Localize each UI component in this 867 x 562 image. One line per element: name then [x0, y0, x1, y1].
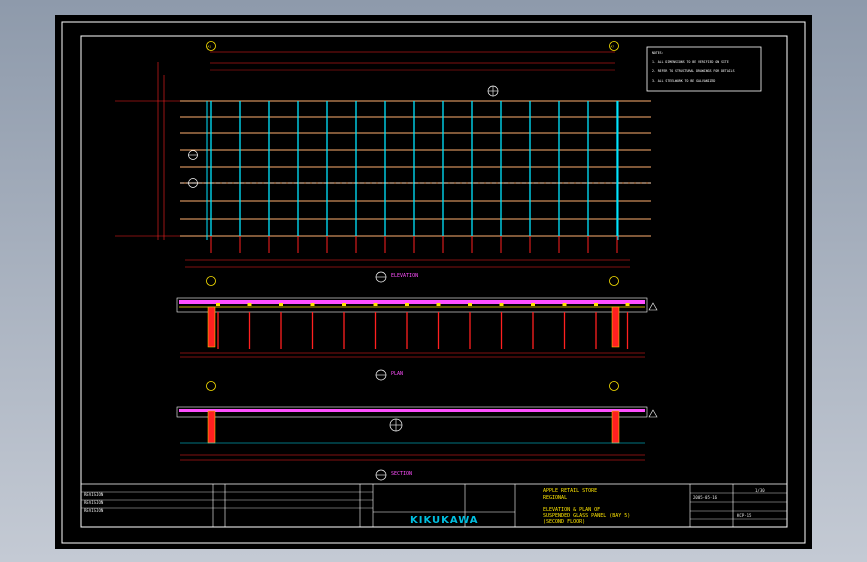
- plan-view: PLAN: [176, 297, 658, 381]
- grid-bubbles: A1 A7: [206, 41, 619, 391]
- plan-fitting: [468, 303, 472, 306]
- plan-fitting: [216, 303, 220, 306]
- plan-fitting: [247, 303, 252, 306]
- project-line-2: REGIONAL: [543, 495, 567, 501]
- grid-bubble-label: A1: [208, 45, 212, 49]
- note-line: 3. ALL STEELWORK TO BE GALVANIZED: [652, 79, 715, 83]
- plan-fitting: [436, 303, 441, 306]
- plan-fitting: [342, 303, 346, 306]
- plan-fitting: [531, 303, 535, 306]
- notes-box: NOTES: 1. ALL DIMENSIONS TO BE VERIFIED …: [646, 46, 762, 92]
- plan-fitting: [499, 303, 504, 306]
- revision-row: REVISION: [84, 508, 104, 513]
- title-block: REVISION REVISION REVISION KIKUKAWA APPL…: [81, 483, 787, 527]
- project-line-1: APPLE RETAIL STORE: [543, 488, 597, 494]
- notes-title: NOTES:: [652, 51, 664, 55]
- note-line: 1. ALL DIMENSIONS TO BE VERIFIED ON SITE: [652, 60, 729, 64]
- company-logo: KIKUKAWA: [410, 515, 479, 526]
- outer-frame: [61, 21, 806, 544]
- date-value: 2005-05-16: [693, 495, 718, 500]
- plan-fitting: [562, 303, 567, 306]
- revision-row: REVISION: [84, 492, 104, 497]
- plan-fitting: [405, 303, 409, 306]
- plan-fitting: [310, 303, 315, 306]
- plan-fitting: [594, 303, 598, 306]
- plan-view-title: PLAN: [391, 371, 403, 377]
- section-view: SECTION: [176, 406, 658, 481]
- elevation-view: ELEVATION: [115, 51, 651, 283]
- plan-fitting: [279, 303, 283, 306]
- drawing-sheet: NOTES: 1. ALL DIMENSIONS TO BE VERIFIED …: [55, 15, 812, 549]
- scale-value: 1/30: [755, 488, 765, 493]
- plan-column: [207, 306, 216, 348]
- plan-fitting: [373, 303, 378, 306]
- plan-fitting: [625, 303, 630, 306]
- section-view-title: SECTION: [391, 471, 412, 477]
- inner-frame: [80, 35, 788, 528]
- drawing-number: KCP-15: [737, 513, 752, 518]
- note-line: 2. REFER TO STRUCTURAL DRAWINGS FOR DETA…: [652, 69, 735, 73]
- elevation-view-title: ELEVATION: [391, 273, 418, 279]
- grid-bubble-label: A7: [611, 45, 615, 49]
- plan-column: [611, 306, 620, 348]
- revision-row: REVISION: [84, 500, 104, 505]
- title-line-3: (SECOND FLOOR): [543, 519, 585, 525]
- cad-drawing-canvas[interactable]: NOTES: 1. ALL DIMENSIONS TO BE VERIFIED …: [55, 15, 812, 549]
